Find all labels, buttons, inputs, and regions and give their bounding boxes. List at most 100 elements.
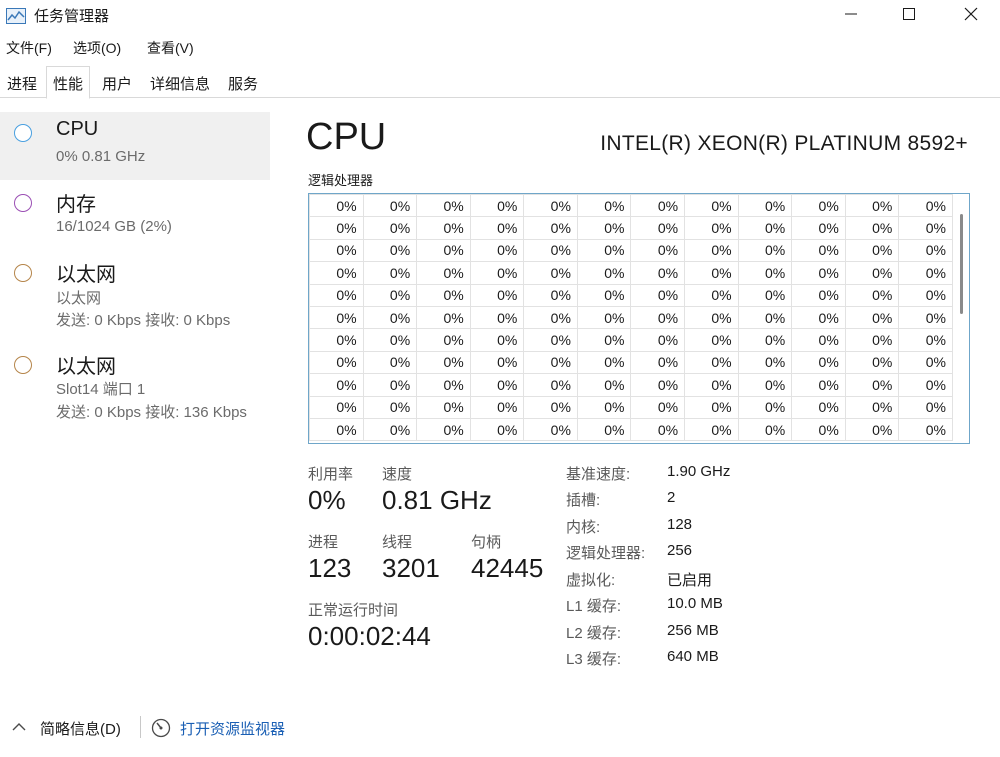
processor-usage-cell: 0%: [469, 194, 525, 218]
minimize-button[interactable]: [828, 0, 874, 32]
processor-usage-cell: 0%: [844, 395, 900, 419]
processor-usage-cell: 0%: [416, 395, 471, 419]
tab-users[interactable]: 用户: [95, 66, 139, 98]
processor-usage-cell: 0%: [684, 194, 739, 218]
processor-usage-cell: 0%: [309, 373, 364, 397]
processor-usage-cell: 0%: [791, 283, 846, 307]
processor-usage-cell: 0%: [576, 261, 632, 285]
processor-usage-cell: 0%: [576, 395, 632, 419]
sidebar-item-memory[interactable]: 内存 16/1024 GB (2%): [0, 186, 270, 246]
minimize-icon: [844, 7, 858, 26]
sidebar-item-throughput: 发送: 0 Kbps 接收: 0 Kbps: [56, 312, 231, 329]
close-button[interactable]: [948, 0, 994, 32]
l1-cache-label: L1 缓存:: [566, 598, 622, 615]
open-resource-monitor-link[interactable]: 打开资源监视器: [180, 718, 285, 739]
processor-usage-cell: 0%: [362, 283, 418, 307]
processor-usage-cell: 0%: [737, 373, 793, 397]
processor-usage-cell: 0%: [576, 350, 632, 375]
tab-processes[interactable]: 进程: [0, 66, 44, 98]
menu-options[interactable]: 选项(O): [73, 38, 121, 58]
title-bar[interactable]: 任务管理器: [0, 0, 1000, 32]
processor-usage-cell: 0%: [523, 283, 578, 307]
tab-bar: 进程 性能 用户 详细信息 服务: [0, 66, 1000, 99]
resource-monitor-icon[interactable]: [151, 718, 171, 738]
processor-usage-cell: 0%: [898, 194, 953, 218]
maximize-button[interactable]: [886, 0, 932, 32]
tab-performance[interactable]: 性能: [46, 66, 91, 99]
processor-usage-cell: 0%: [469, 238, 525, 263]
processor-usage-cell: 0%: [309, 417, 364, 442]
sidebar-item-title: 内存: [56, 194, 96, 216]
processor-usage-cell: 0%: [791, 305, 846, 330]
processor-usage-cell: 0%: [844, 261, 900, 285]
processor-usage-cell: 0%: [416, 328, 471, 352]
processor-usage-cell: 0%: [630, 261, 686, 285]
logical-processors-spec-value: 256: [667, 542, 693, 559]
processor-usage-cell: 0%: [898, 328, 953, 352]
processor-usage-cell: 0%: [309, 283, 364, 307]
processor-usage-cell: 0%: [309, 194, 364, 218]
processor-usage-cell: 0%: [309, 395, 364, 419]
processor-grid-row: 0% 0% 0% 0% 0% 0% 0% 0% 0% 0% 0% 0%: [309, 417, 953, 442]
sidebar-item-title: CPU: [56, 118, 99, 140]
cores-label: 内核:: [566, 519, 601, 536]
logical-processor-grid[interactable]: 0% 0% 0% 0% 0% 0% 0% 0% 0% 0% 0% 0% 0% 0% 0% 0% 0% 0% 0% 0%…: [308, 193, 970, 444]
fewer-details-button[interactable]: 简略信息(D): [40, 718, 121, 739]
processor-usage-cell: 0%: [362, 373, 418, 397]
processor-usage-cell: 0%: [898, 261, 953, 285]
chevron-up-icon[interactable]: [10, 718, 28, 736]
processor-usage-cell: 0%: [791, 373, 846, 397]
processor-usage-cell: 0%: [523, 417, 578, 442]
processor-usage-cell: 0%: [362, 194, 418, 218]
grid-scrollbar[interactable]: [953, 194, 969, 443]
processor-usage-cell: 0%: [630, 305, 686, 330]
footer-divider: [140, 716, 141, 738]
window-title: 任务管理器: [34, 8, 110, 25]
sockets-value: 2: [667, 489, 676, 506]
processor-usage-cell: 0%: [898, 238, 953, 263]
base-speed-value: 1.90 GHz: [667, 463, 731, 480]
processor-usage-cell: 0%: [791, 194, 846, 218]
menu-view[interactable]: 查看(V): [147, 38, 194, 58]
processor-usage-cell: 0%: [523, 238, 578, 263]
processor-usage-cell: 0%: [469, 417, 525, 442]
processor-usage-cell: 0%: [523, 261, 578, 285]
sidebar-item-cpu[interactable]: CPU 0% 0.81 GHz: [0, 112, 270, 180]
threads-value: 3201: [382, 553, 440, 583]
processor-usage-cell: 0%: [737, 350, 793, 375]
ethernet-status-circle-icon: [14, 264, 32, 282]
processor-usage-cell: 0%: [684, 417, 739, 442]
processor-usage-cell: 0%: [684, 305, 739, 330]
handles-value: 42445: [471, 553, 544, 583]
l3-cache-value: 640 MB: [667, 648, 719, 665]
processor-grid-row: 0% 0% 0% 0% 0% 0% 0% 0% 0% 0% 0% 0%: [309, 350, 953, 375]
processor-usage-cell: 0%: [523, 328, 578, 352]
processor-usage-cell: 0%: [523, 194, 578, 218]
processor-usage-cell: 0%: [362, 395, 418, 419]
processor-usage-cell: 0%: [630, 238, 686, 263]
close-icon: [964, 7, 978, 26]
task-manager-icon: [6, 8, 26, 24]
processor-usage-cell: 0%: [416, 305, 471, 330]
menu-bar: 文件(F) 选项(O) 查看(V): [0, 36, 1000, 60]
tab-services[interactable]: 服务: [221, 66, 265, 98]
cpu-status-circle-icon: [14, 124, 32, 142]
sidebar-item-title: 以太网: [56, 356, 116, 378]
l2-cache-value: 256 MB: [667, 622, 719, 639]
processor-usage-cell: 0%: [844, 350, 900, 375]
processor-usage-cell: 0%: [576, 305, 632, 330]
processor-usage-cell: 0%: [362, 238, 418, 263]
sidebar-item-ethernet-1[interactable]: 以太网 以太网 发送: 0 Kbps 接收: 0 Kbps: [0, 256, 270, 336]
processor-usage-cell: 0%: [684, 395, 739, 419]
grid-scrollbar-thumb[interactable]: [960, 214, 963, 314]
tab-details[interactable]: 详细信息: [143, 66, 217, 98]
menu-file[interactable]: 文件(F): [6, 38, 52, 58]
sidebar-item-ethernet-2[interactable]: 以太网 Slot14 端口 1 发送: 0 Kbps 接收: 136 Kbps: [0, 348, 270, 428]
processor-usage-cell: 0%: [898, 417, 953, 442]
processor-grid-row: 0% 0% 0% 0% 0% 0% 0% 0% 0% 0% 0% 0%: [309, 328, 953, 352]
processor-usage-cell: 0%: [898, 373, 953, 397]
processor-usage-cell: 0%: [576, 216, 632, 240]
processor-usage-cell: 0%: [362, 350, 418, 375]
processor-usage-cell: 0%: [844, 417, 900, 442]
processor-usage-cell: 0%: [791, 261, 846, 285]
